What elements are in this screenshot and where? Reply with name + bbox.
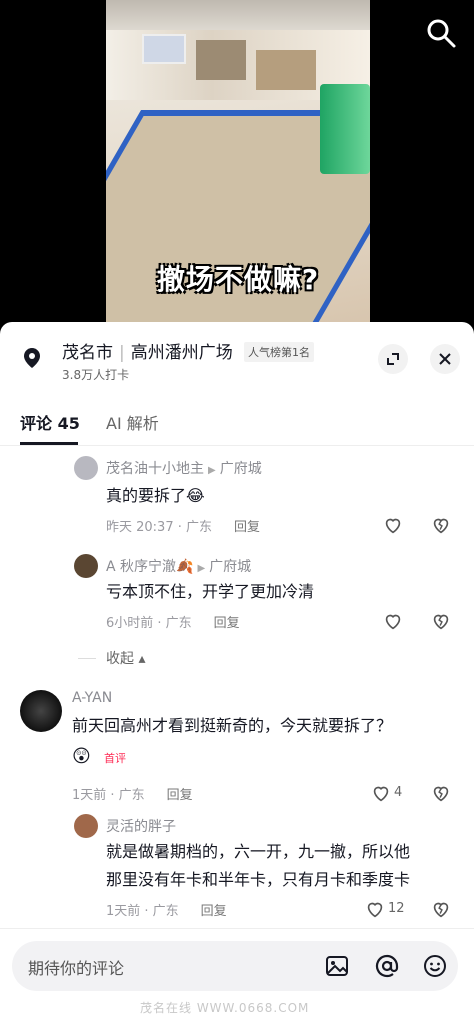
video-caption: 撤场不做嘛? [156,263,320,296]
tab-bar: 评论 45 AI 解析 [0,402,474,446]
broken-heart-icon[interactable] [430,898,452,920]
tab-underline [20,442,78,445]
comment-user[interactable]: A 秋序宁澈🍂 ▶ 广府城 [106,556,251,576]
video-player[interactable]: 撤场不做嘛? [0,0,474,340]
avatar[interactable] [20,690,62,732]
reply-button[interactable]: 回复 [234,520,260,535]
comment-placeholder: 期待你的评论 [28,959,125,978]
comment-user[interactable]: 灵活的胖子 [106,816,176,836]
comment-text-line1: 就是做暑期档的，六一开，九一撤，所以他 [106,842,411,861]
green-ad-pillar [320,84,370,174]
close-button[interactable] [430,344,460,374]
comment-text: 真的要拆了😂 [106,486,205,505]
location-city: 茂名市 [62,343,113,363]
collapse-divider [78,658,96,659]
heart-icon[interactable] [382,514,404,536]
watermark: 茂名在线 WWW.0668.COM [140,1001,310,1015]
broken-heart-icon[interactable] [430,610,452,632]
broken-heart-icon[interactable] [430,514,452,536]
image-icon[interactable] [324,953,350,979]
checkin-count: 3.8万人打卡 [62,368,130,382]
comment-user[interactable]: 茂名油十小地主 ▶ 广府城 [106,458,262,478]
reply-button[interactable]: 回复 [201,904,227,919]
comment-text: 前天回高州才看到挺新奇的，今天就要拆了？ [72,716,393,735]
location-place: 高州潘州广场 [130,343,233,363]
heart-icon[interactable] [370,782,392,804]
emoji-sticker: 😲 [72,746,91,767]
comment-input-bar: 期待你的评论 茂名在线 WWW.0668.COM [0,928,474,1024]
heart-icon[interactable] [382,610,404,632]
comment-meta: 1天前 · 广东 回复 [72,788,193,803]
comment-user[interactable]: A-YAN [72,690,112,706]
comment-sheet: 茂名市 | 高州潘州广场 人气榜第1名 3.8万人打卡 评论 45 AI 解析 茂名… [0,322,474,1024]
heart-icon[interactable] [364,898,386,920]
comment-input[interactable]: 期待你的评论 [12,941,458,991]
first-comment-badge: 首评 [104,752,126,765]
reply-button[interactable]: 回复 [214,616,240,631]
search-icon[interactable] [424,16,458,50]
like-count: 12 [388,901,405,916]
location-title: 茂名市 | 高州潘州广场 [62,343,233,363]
comment-meta: 1天前 · 广东 回复 [106,904,227,919]
reply-button[interactable]: 回复 [167,788,193,803]
expand-button[interactable] [378,344,408,374]
tab-comments[interactable]: 评论 45 [20,410,80,434]
at-icon[interactable] [374,953,400,979]
emoji-icon[interactable] [422,953,448,979]
tab-ai-analysis[interactable]: AI 解析 [106,410,159,434]
like-count: 4 [394,785,403,800]
close-icon [439,353,451,365]
broken-heart-icon[interactable] [430,782,452,804]
avatar[interactable] [74,456,98,480]
location-header[interactable]: 茂名市 | 高州潘州广场 人气榜第1名 3.8万人打卡 [0,322,474,394]
comment-meta: 昨天 20:37 · 广东 回复 [106,520,261,535]
rank-badge: 人气榜第1名 [244,342,314,362]
comment-text: 亏本顶不住，开学了更加冷清 [106,582,315,601]
collapse-replies-button[interactable]: 收起 ▴ [106,648,145,668]
expand-icon [387,353,399,365]
comment-meta: 6小时前 · 广东 回复 [106,616,240,631]
avatar[interactable] [74,554,98,578]
comment-text-line2: 那里没有年卡和半年卡，只有月卡和季度卡 [106,870,411,889]
location-pin-icon [24,348,40,368]
video-frame: 撤场不做嘛? [106,0,370,340]
avatar[interactable] [74,814,98,838]
